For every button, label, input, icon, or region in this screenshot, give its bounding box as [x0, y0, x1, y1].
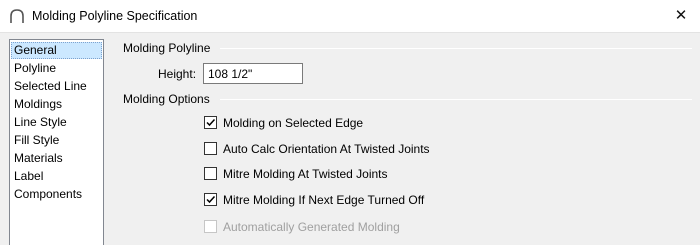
sidebar-item-moldings[interactable]: Moldings	[11, 96, 102, 113]
sidebar-item-line-style[interactable]: Line Style	[11, 114, 102, 131]
checkbox-unchecked[interactable]	[204, 167, 217, 180]
sidebar-item-polyline[interactable]: Polyline	[11, 60, 102, 77]
sidebar-item-fill-style[interactable]: Fill Style	[11, 132, 102, 149]
checkbox-label: Mitre Molding At Twisted Joints	[223, 167, 388, 181]
checkbox-disabled	[204, 220, 217, 233]
close-button[interactable]: ✕	[668, 4, 694, 28]
sidebar-item-materials[interactable]: Materials	[11, 150, 102, 167]
checkbox-checked[interactable]	[204, 116, 217, 129]
arch-icon	[10, 9, 24, 23]
sidebar-list: General Polyline Selected Line Moldings …	[9, 39, 104, 245]
molding-polyline-section-title: Molding Polyline	[123, 41, 211, 55]
height-label: Height:	[158, 67, 197, 81]
checkbox-label: Automatically Generated Molding	[223, 220, 400, 234]
checkbox-label: Auto Calc Orientation At Twisted Joints	[223, 142, 430, 156]
checkbox-unchecked[interactable]	[204, 142, 217, 155]
sidebar-item-label[interactable]: Label	[11, 168, 102, 185]
height-input[interactable]	[203, 63, 303, 84]
molding-options-section-title: Molding Options	[123, 92, 210, 106]
checkbox-label: Mitre Molding If Next Edge Turned Off	[223, 193, 425, 207]
checkbox-checked[interactable]	[204, 193, 217, 206]
section-divider	[220, 48, 692, 49]
checkbox-label: Molding on Selected Edge	[223, 116, 364, 130]
close-icon: ✕	[674, 7, 688, 24]
sidebar-item-general[interactable]: General	[11, 42, 102, 59]
window-title: Molding Polyline Specification	[32, 9, 198, 23]
sidebar-item-components[interactable]: Components	[11, 186, 102, 203]
sidebar-item-selected-line[interactable]: Selected Line	[11, 78, 102, 95]
title-bar: Molding Polyline Specification ✕	[0, 0, 700, 33]
section-divider	[220, 99, 692, 100]
